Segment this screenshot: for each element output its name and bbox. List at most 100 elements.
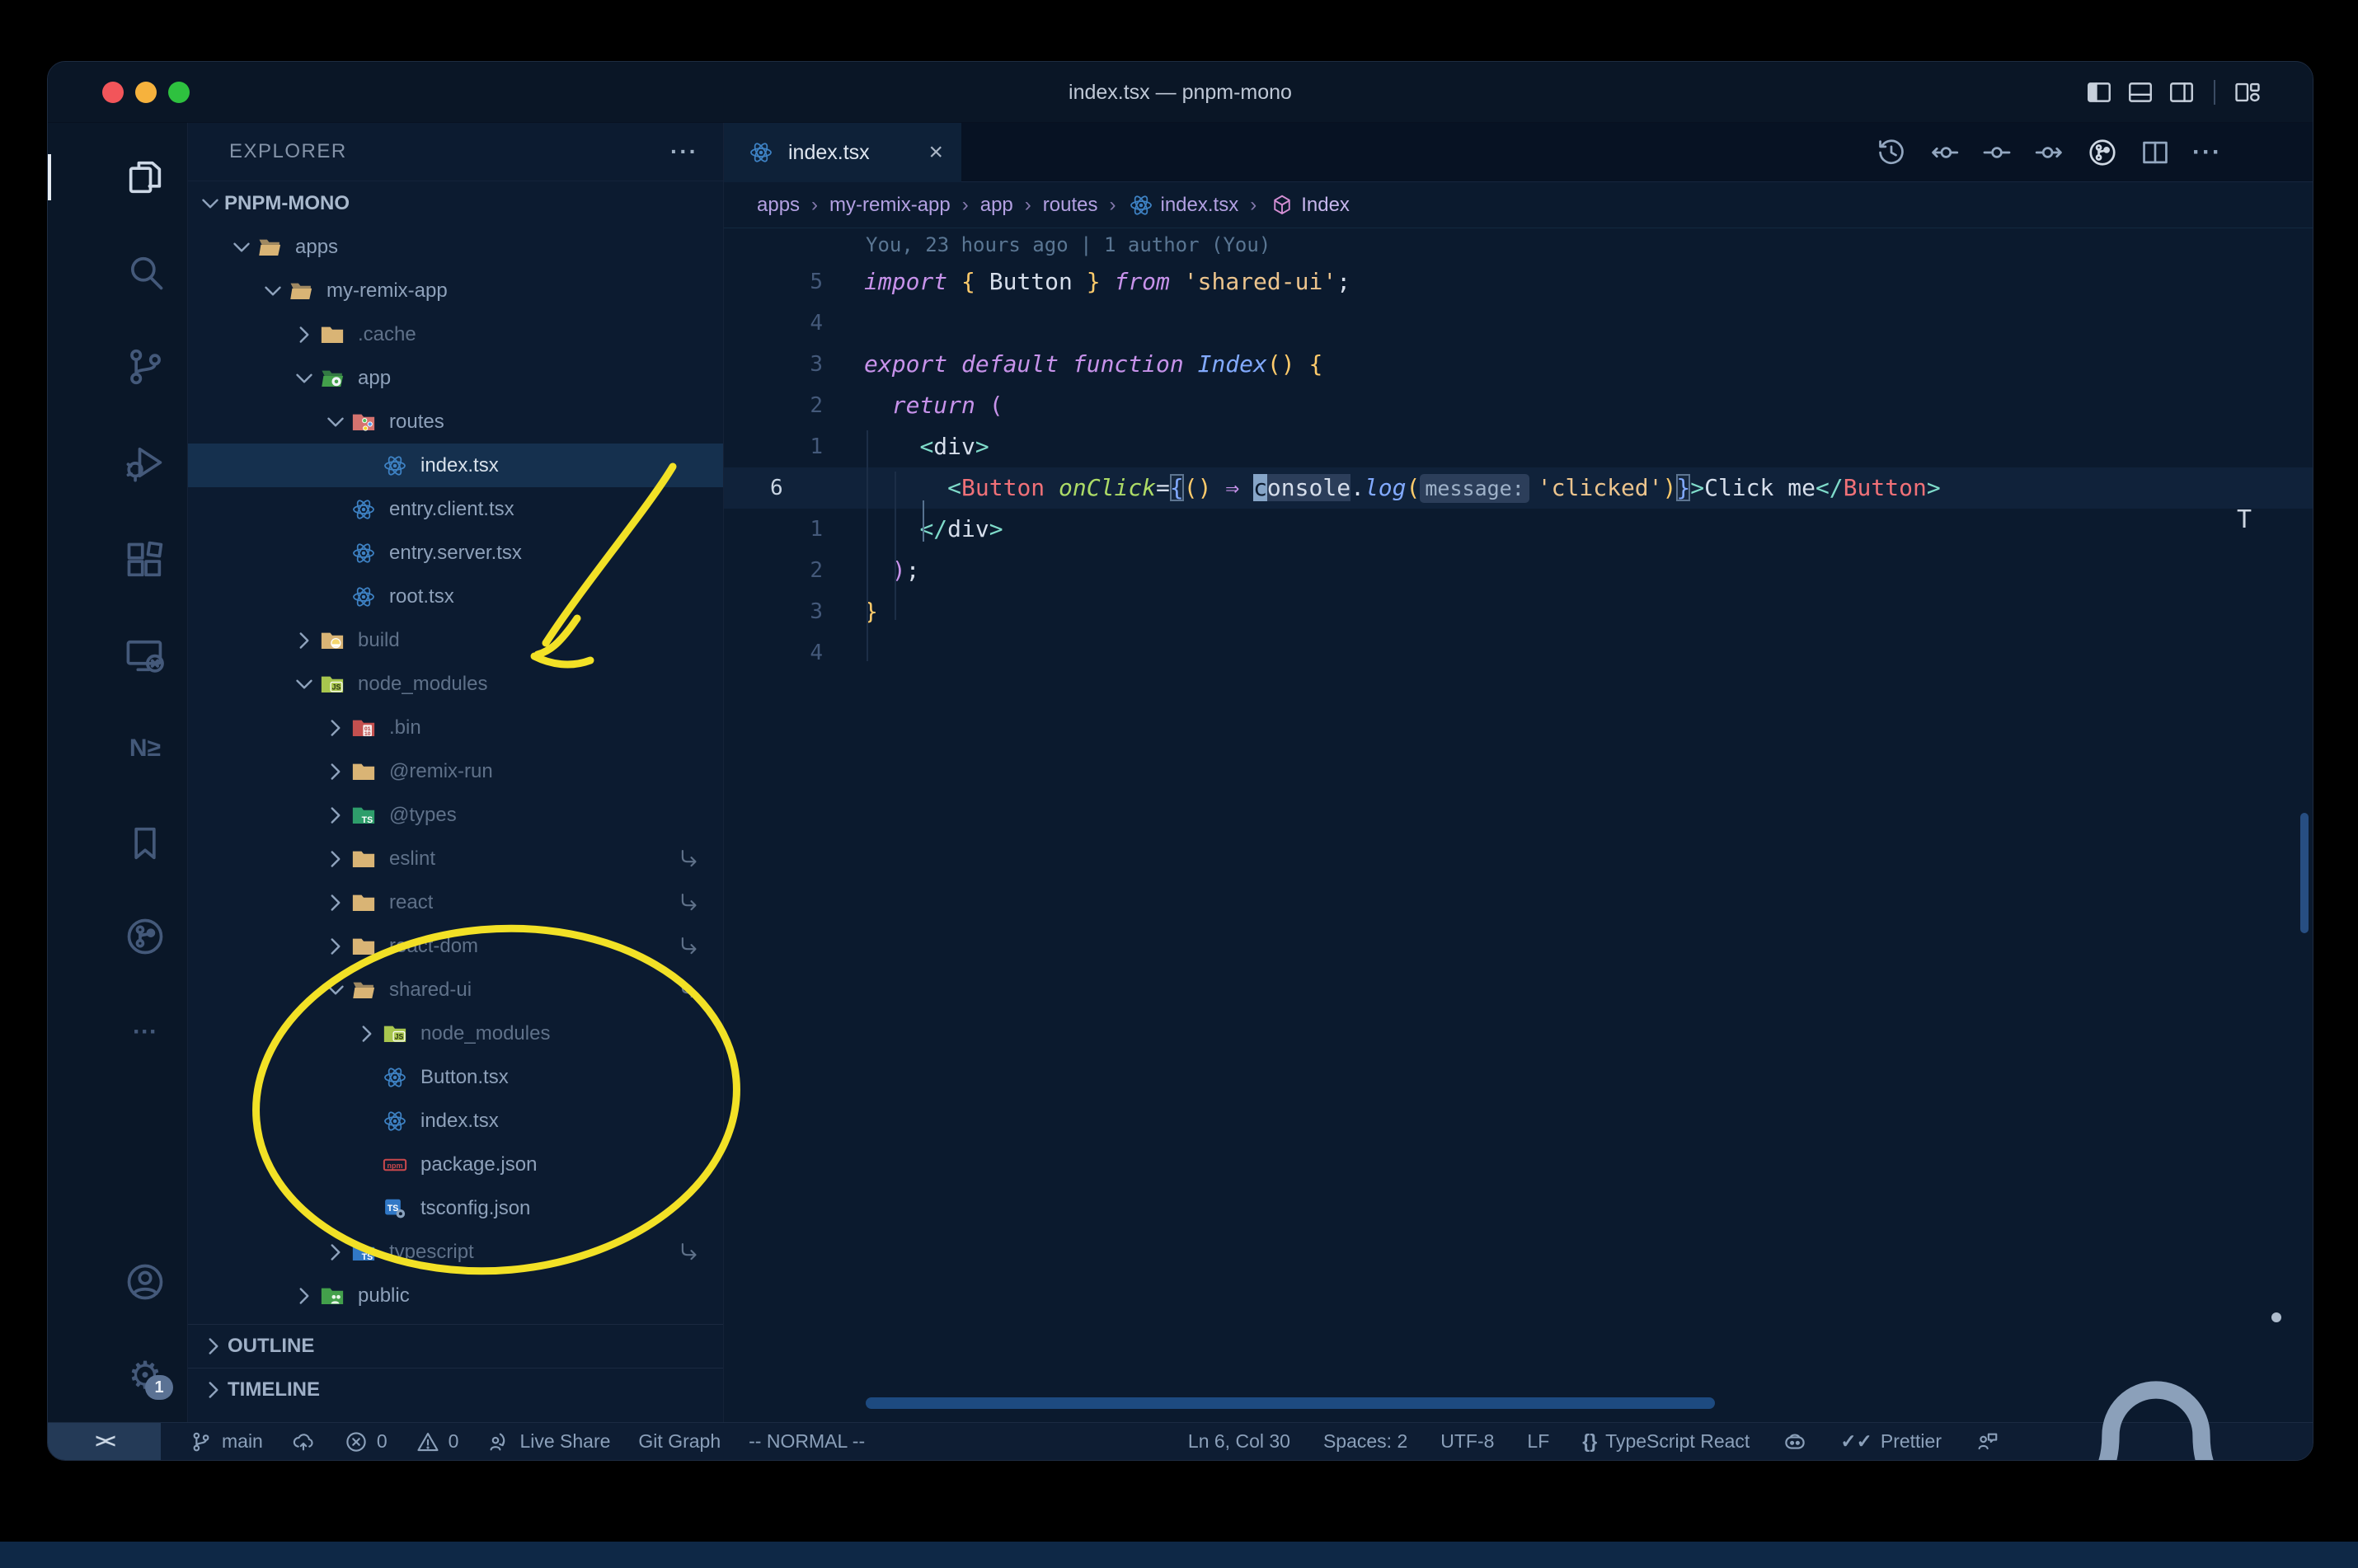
tree-item--bin[interactable]: 01 10 .bin — [188, 706, 723, 749]
status-feedback[interactable] — [1975, 1430, 1999, 1454]
tree-item-my-remix-app[interactable]: my-remix-app — [188, 269, 723, 312]
code-line[interactable]: 1 </div> — [724, 509, 2313, 550]
tree-item--cache[interactable]: .cache — [188, 312, 723, 356]
git-circle-sm-icon[interactable] — [2087, 137, 2118, 168]
close-tab-icon[interactable]: × — [928, 140, 943, 165]
tree-item-eslint[interactable]: eslint — [188, 837, 723, 880]
tree-item-entry-client-tsx[interactable]: entry.client.tsx — [188, 487, 723, 531]
status-eol[interactable]: LF — [1527, 1430, 1549, 1453]
toggle-secondary-sidebar-icon[interactable] — [2168, 78, 2196, 106]
tree-item-button-tsx[interactable]: Button.tsx — [188, 1055, 723, 1099]
line-number: 6 — [770, 476, 783, 500]
section-timeline[interactable]: TIMELINE — [188, 1368, 723, 1411]
activity-run-debug[interactable] — [124, 441, 167, 484]
tree-item-apps[interactable]: apps — [188, 225, 723, 269]
status-indentation[interactable]: Spaces: 2 — [1323, 1430, 1407, 1453]
tree-item-public[interactable]: public — [188, 1274, 723, 1317]
chevron-right-icon — [290, 627, 318, 655]
activity-settings[interactable]: ⚙ 1 — [124, 1354, 173, 1400]
customize-layout-icon[interactable] — [2234, 78, 2262, 106]
history-icon[interactable] — [1876, 137, 1907, 168]
activity-nx-console[interactable]: N≥ — [124, 727, 167, 770]
code-line[interactable]: 4 — [724, 303, 2313, 344]
vertical-scrollbar[interactable] — [2300, 813, 2309, 933]
tree-item-node-modules[interactable]: JS node_modules — [188, 662, 723, 706]
line-number: 3 — [810, 352, 823, 377]
activity-account[interactable] — [124, 1261, 167, 1303]
status-branch[interactable]: main — [189, 1430, 263, 1454]
code-editor[interactable]: You, 23 hours ago | 1 author (You) 5 impo… — [724, 228, 2313, 1422]
line-number: 2 — [810, 393, 823, 418]
status-copilot[interactable] — [1783, 1430, 1807, 1454]
tree-item-build[interactable]: build — [188, 618, 723, 662]
code-line[interactable]: 3} — [724, 591, 2313, 632]
tree-item-routes[interactable]: routes — [188, 400, 723, 444]
tree-item-react-dom[interactable]: react-dom — [188, 924, 723, 968]
activity-search[interactable] — [124, 251, 167, 293]
status-git-graph[interactable]: Git Graph — [638, 1430, 721, 1453]
notification-dot — [2271, 1312, 2281, 1322]
chevron-right-icon — [200, 1376, 228, 1404]
breadcrumb-my-remix-app[interactable]: my-remix-app — [829, 194, 951, 217]
status-prettier[interactable]: ✓✓ Prettier — [1840, 1430, 1942, 1453]
section-outline[interactable]: OUTLINE — [188, 1324, 723, 1368]
split-editor-icon[interactable] — [2140, 137, 2171, 168]
tree-item-app[interactable]: app — [188, 356, 723, 400]
tree-item-node-modules[interactable]: JS node_modules — [188, 1012, 723, 1055]
status-errors[interactable]: 0 — [344, 1430, 388, 1454]
status-sync[interactable] — [291, 1430, 316, 1454]
tree-item-root-tsx[interactable]: root.tsx — [188, 575, 723, 618]
tree-item-react[interactable]: react — [188, 880, 723, 924]
activity-extensions[interactable] — [124, 539, 167, 582]
tree-item-entry-server-tsx[interactable]: entry.server.tsx — [188, 531, 723, 575]
tree-item-package-json[interactable]: npm package.json — [188, 1143, 723, 1186]
activity-bar: N≥ ··· ⚙ 1 — [48, 123, 188, 1422]
tree-item-tsconfig-json[interactable]: TS tsconfig.json — [188, 1186, 723, 1230]
status-live-share[interactable]: Live Share — [486, 1430, 610, 1454]
layout-controls — [2085, 62, 2262, 123]
breadcrumb-apps[interactable]: apps — [757, 194, 800, 217]
tree-item-typescript[interactable]: TS typescript — [188, 1230, 723, 1274]
status-vim-mode[interactable]: -- NORMAL -- — [749, 1430, 865, 1453]
prev-commit-icon[interactable] — [1928, 137, 1960, 168]
more-actions-icon[interactable]: ··· — [2192, 138, 2222, 167]
code-line[interactable]: 4 — [724, 632, 2313, 674]
activity-bookmarks[interactable] — [124, 822, 167, 865]
next-commit-icon[interactable] — [2034, 137, 2065, 168]
tree-item-pnpm-mono[interactable]: PNPM-MONO — [188, 181, 723, 225]
status-notifications[interactable] — [2032, 1312, 2281, 1460]
status-cursor-position[interactable]: Ln 6, Col 30 — [1188, 1430, 1290, 1453]
activity-explorer[interactable] — [124, 156, 167, 199]
breadcrumb-routes[interactable]: routes — [1043, 194, 1098, 217]
tree-item--types[interactable]: TS @types — [188, 793, 723, 837]
tree-item-shared-ui[interactable]: shared-ui — [188, 968, 723, 1012]
activity-remote-explorer[interactable] — [124, 634, 167, 677]
breadcrumb-separator: › — [811, 193, 819, 216]
tree-item--remix-run[interactable]: @remix-run — [188, 749, 723, 793]
toggle-sidebar-icon[interactable] — [2085, 78, 2113, 106]
code-line[interactable]: 2 return ( — [724, 385, 2313, 426]
folder-ts-blue-icon: TS — [350, 1240, 378, 1265]
activity-source-control[interactable] — [124, 345, 167, 388]
status-language-mode[interactable]: {} TypeScript React — [1582, 1430, 1750, 1453]
toggle-panel-icon[interactable] — [2126, 78, 2154, 106]
status-encoding[interactable]: UTF-8 — [1440, 1430, 1494, 1453]
breadcrumb-index-tsx[interactable]: index.tsx — [1127, 193, 1238, 218]
tree-item-index-tsx[interactable]: index.tsx — [188, 1099, 723, 1143]
code-line[interactable]: 6 <Button onClick={() ⇒ console.log(mess… — [724, 467, 2313, 509]
commit-icon[interactable] — [1981, 137, 2013, 168]
remote-indicator[interactable]: >< — [48, 1423, 161, 1460]
code-line[interactable]: 1 <div> — [724, 426, 2313, 467]
code-line[interactable]: 3 export default function Index() { — [724, 344, 2313, 385]
tab-index.tsx[interactable]: index.tsx × — [724, 123, 961, 182]
folder-open-icon — [256, 235, 284, 260]
activity-more-views[interactable]: ··· — [124, 1011, 167, 1054]
tree-item-index-tsx[interactable]: index.tsx — [188, 444, 723, 487]
status-warnings[interactable]: 0 — [416, 1430, 458, 1454]
breadcrumb-app[interactable]: app — [980, 194, 1013, 217]
breadcrumb-index[interactable]: Index — [1268, 193, 1350, 218]
code-line[interactable]: 2 ); — [724, 550, 2313, 591]
code-line[interactable]: 5 import { Button } from 'shared-ui'; — [724, 261, 2313, 303]
explorer-more-icon[interactable]: ··· — [670, 138, 698, 165]
activity-git-graph[interactable] — [124, 915, 167, 958]
